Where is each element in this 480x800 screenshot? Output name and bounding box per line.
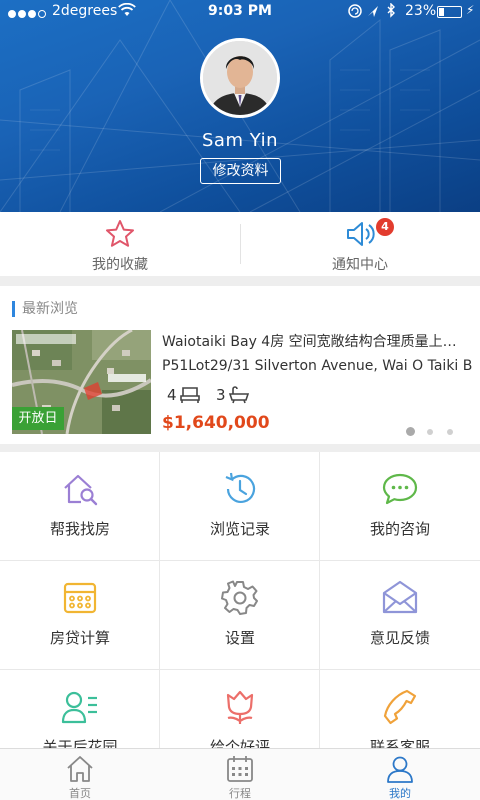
grid-label: 房贷计算 bbox=[49, 629, 110, 647]
speaker-icon bbox=[347, 222, 375, 246]
charging-icon: ⚡ bbox=[466, 3, 475, 17]
favorites-button[interactable]: 我的收藏 bbox=[0, 212, 240, 276]
profile-header: 2degrees 9:03 PM 23% ⚡ Sam Yin 修改资料 bbox=[0, 0, 480, 212]
tab-label: 首页 bbox=[69, 787, 91, 800]
feedback-button[interactable]: 意见反馈 bbox=[320, 561, 480, 670]
grid-label: 关于后花园 bbox=[42, 738, 118, 748]
tulip-icon bbox=[226, 690, 254, 724]
bed-icon bbox=[180, 387, 200, 403]
bottom-tab-bar: 首页 行程 我的 bbox=[0, 748, 480, 800]
notification-badge: 4 bbox=[376, 218, 394, 236]
bathroom-count: 3 bbox=[216, 386, 226, 404]
rate-app-button[interactable]: 给个好评 bbox=[160, 670, 320, 748]
carousel-indicator[interactable] bbox=[406, 420, 467, 439]
favorites-label: 我的收藏 bbox=[92, 257, 148, 273]
house-search-icon bbox=[64, 474, 98, 506]
history-button[interactable]: 浏览记录 bbox=[160, 452, 320, 561]
user-name: Sam Yin bbox=[202, 130, 278, 151]
calendar-icon bbox=[227, 756, 253, 782]
grid-label: 浏览记录 bbox=[209, 520, 270, 538]
notifications-label: 通知中心 bbox=[332, 257, 388, 273]
status-bar: 2degrees 9:03 PM 23% ⚡ bbox=[0, 0, 480, 24]
envelope-icon bbox=[382, 580, 418, 614]
battery-percent: 23% bbox=[405, 3, 437, 19]
gear-icon bbox=[221, 580, 258, 615]
calculator-icon bbox=[63, 582, 97, 614]
grid-label: 给个好评 bbox=[209, 738, 270, 748]
mortgage-calculator-button[interactable]: 房贷计算 bbox=[0, 561, 160, 670]
user-icon bbox=[387, 756, 413, 783]
tab-itinerary[interactable]: 行程 bbox=[160, 749, 320, 800]
notifications-button[interactable]: 通知中心 bbox=[240, 212, 480, 276]
system-icons bbox=[348, 2, 402, 23]
customer-service-button[interactable]: 联系客服 bbox=[320, 670, 480, 748]
chat-icon bbox=[382, 473, 418, 505]
listing-title[interactable]: Waiotaiki Bay 4房 空间宽敞结构合理质量上乘... bbox=[162, 331, 468, 351]
tab-label: 行程 bbox=[229, 787, 251, 800]
grid-label: 帮我找房 bbox=[49, 520, 110, 538]
tab-label: 我的 bbox=[389, 787, 411, 800]
bedroom-count: 4 bbox=[167, 386, 177, 404]
avatar[interactable] bbox=[200, 38, 280, 118]
contact-card-icon bbox=[61, 691, 97, 724]
quick-actions: 我的收藏 通知中心 bbox=[0, 212, 480, 276]
home-icon bbox=[67, 756, 93, 782]
find-house-button[interactable]: 帮我找房 bbox=[0, 452, 160, 561]
grid-label: 我的咨询 bbox=[369, 520, 430, 538]
bathtub-icon bbox=[229, 386, 249, 404]
listing-address: P51Lot29/31 Silverton Avenue, Wai O Taik… bbox=[162, 358, 472, 374]
open-home-tag: 开放日 bbox=[12, 407, 64, 430]
function-grid: 帮我找房 浏览记录 我的咨询 房贷计算 设置 意见反馈 关于后花园 给个好评 联… bbox=[0, 452, 480, 748]
grid-label: 联系客服 bbox=[369, 738, 430, 748]
history-icon bbox=[225, 472, 256, 503]
section-title: 最新浏览 bbox=[12, 301, 78, 317]
consultation-button[interactable]: 我的咨询 bbox=[320, 452, 480, 561]
listing-price: $1,640,000 bbox=[162, 413, 270, 433]
tab-mine[interactable]: 我的 bbox=[320, 749, 480, 800]
recent-section: 最新浏览 开放日 Waiotaiki Bay 4房 空间宽敞结构合理质量上乘..… bbox=[0, 286, 480, 444]
grid-label: 意见反馈 bbox=[369, 629, 430, 647]
tab-home[interactable]: 首页 bbox=[0, 749, 160, 800]
about-button[interactable]: 关于后花园 bbox=[0, 670, 160, 748]
battery-icon bbox=[437, 6, 462, 18]
settings-button[interactable]: 设置 bbox=[160, 561, 320, 670]
star-icon bbox=[106, 220, 134, 247]
edit-profile-button[interactable]: 修改资料 bbox=[200, 158, 281, 184]
grid-label: 设置 bbox=[224, 629, 255, 647]
phone-icon bbox=[383, 689, 417, 725]
